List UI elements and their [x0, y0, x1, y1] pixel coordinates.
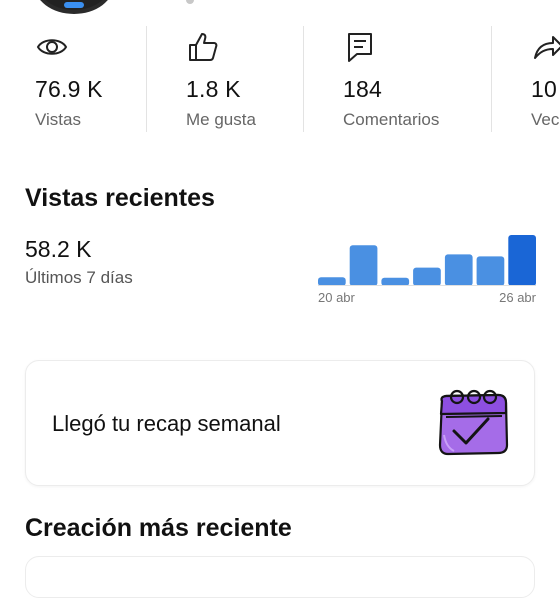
chart-bar-26-abr[interactable]: [508, 235, 536, 286]
recent-views-period: Últimos 7 días: [25, 268, 133, 287]
stat-value: 184: [343, 76, 382, 102]
chart-bars: [318, 235, 536, 286]
divider: [491, 26, 492, 132]
weekly-recap-text: Llegó tu recap semanal: [52, 411, 281, 436]
chart-tick-label: 20 abr: [318, 290, 355, 305]
chart-bar-22-abr[interactable]: [381, 277, 410, 286]
recent-views-chart[interactable]: 20 abr 26 abr: [318, 222, 536, 312]
share-icon: [531, 30, 560, 64]
section-title-latest-creation: Creación más reciente: [25, 514, 292, 542]
chart-bar-23-abr[interactable]: [413, 267, 441, 286]
recent-views-value: 58.2 K: [25, 236, 92, 262]
chart-bar-20-abr[interactable]: [318, 277, 346, 286]
thumbs-up-icon: [186, 30, 220, 64]
chart-bar-21-abr[interactable]: [349, 245, 378, 286]
calendar-check-icon: [432, 387, 512, 459]
avatar-ring: [64, 2, 84, 8]
stat-label: Vec: [531, 110, 560, 129]
stat-value: 76.9 K: [35, 76, 103, 102]
chart-tick-label: 26 abr: [499, 290, 536, 305]
chart-bar-25-abr[interactable]: [476, 256, 505, 286]
stat-label: Vistas: [35, 110, 81, 129]
stat-value: 1.8 K: [186, 76, 241, 102]
avatar[interactable]: [34, 0, 114, 14]
stat-label: Comentarios: [343, 110, 440, 129]
stats-row: 76.9 K Vistas 1.8 K Me gusta 184 Comenta…: [0, 26, 560, 132]
stat-label: Me gusta: [186, 110, 256, 129]
comment-icon: [343, 30, 377, 64]
chart-bar-24-abr[interactable]: [444, 254, 473, 286]
stat-value: 10: [531, 76, 557, 102]
eye-icon: [35, 30, 69, 64]
divider: [146, 26, 147, 132]
divider: [303, 26, 304, 132]
section-title-recent-views: Vistas recientes: [25, 184, 215, 212]
indicator-dot: [186, 0, 194, 4]
latest-creation-card[interactable]: [25, 556, 535, 598]
weekly-recap-card[interactable]: Llegó tu recap semanal: [25, 360, 535, 486]
